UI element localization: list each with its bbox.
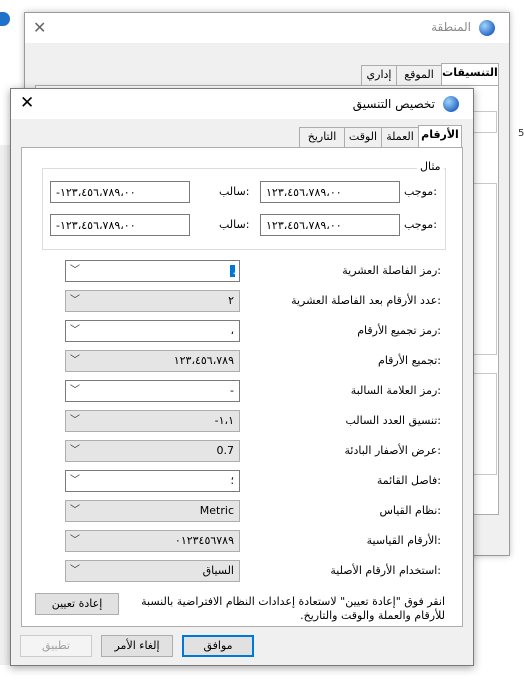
tab-date[interactable]: التاريخ xyxy=(299,127,345,147)
chevron-down-icon[interactable]: ﹀ xyxy=(70,351,82,371)
digit-grouping-symbol-label: رمز تجميع الأرقام: xyxy=(357,324,441,337)
chevron-down-icon[interactable]: ﹀ xyxy=(70,441,82,461)
digit-grouping-symbol-value: ، xyxy=(230,324,234,337)
cancel-button[interactable]: إلغاء الأمر xyxy=(101,635,173,657)
list-separator-label: فاصل القائمة: xyxy=(376,474,441,487)
chevron-down-icon[interactable]: ﹀ xyxy=(70,471,82,491)
leading-zeros-select[interactable]: ﹀ 0.7 xyxy=(65,440,240,462)
standard-digits-select[interactable]: ﹀ ٠١٢٣٤٥٦٧٨٩ xyxy=(65,530,240,552)
globe-icon xyxy=(443,96,459,112)
region-edge-group-2 xyxy=(473,373,497,475)
negative-sign-label: رمز العلامة السالبة: xyxy=(350,384,441,397)
decimal-symbol-label: رمز الفاصلة العشرية: xyxy=(342,264,441,277)
decimal-symbol-combo[interactable]: ﹀ . xyxy=(65,260,240,282)
negative-format-value: -١،١ xyxy=(214,414,234,427)
negative-format-label: تنسيق العدد السالب: xyxy=(345,414,441,427)
chevron-down-icon[interactable]: ﹀ xyxy=(70,321,82,341)
background-number: 5 xyxy=(518,128,524,139)
leading-zeros-label: عرض الأصفار البادئة: xyxy=(344,444,441,457)
leading-zeros-value: 0.7 xyxy=(216,444,235,457)
tab-numbers[interactable]: الأرقام xyxy=(418,125,462,147)
decimal-digits-value: ٢ xyxy=(228,294,234,307)
close-icon[interactable]: ✕ xyxy=(33,18,46,37)
reset-button[interactable]: إعادة تعيين xyxy=(35,593,119,615)
dialog-titlebar: تخصيص التنسيق ✕ xyxy=(11,89,473,119)
negative-label: سالب: xyxy=(219,185,250,198)
tab-administrative[interactable]: إداري xyxy=(361,65,397,85)
chevron-down-icon[interactable]: ﹀ xyxy=(70,501,82,521)
chevron-down-icon[interactable]: ﹀ xyxy=(70,381,82,401)
positive-label: موجب: xyxy=(404,185,437,198)
background-app xyxy=(0,0,524,10)
positive-sample: ١٢٣،٤٥٦،٧٨٩،٠٠ xyxy=(260,181,400,203)
tab-formats[interactable]: التنسيقات xyxy=(441,63,499,85)
region-edge-field xyxy=(473,111,497,133)
region-titlebar: المنطقة ✕ xyxy=(25,13,509,43)
customize-format-dialog: تخصيص التنسيق ✕ الأرقام العملة الوقت الت… xyxy=(10,88,474,666)
tab-location[interactable]: الموقع xyxy=(396,65,442,85)
standard-digits-label: الأرقام القياسية: xyxy=(366,534,441,547)
digit-grouping-select[interactable]: ﹀ ١٢٣،٤٥٦،٧٨٩ xyxy=(65,350,240,372)
negative-sign-combo[interactable]: ﹀ - xyxy=(65,380,240,402)
globe-icon xyxy=(479,20,495,36)
digit-grouping-value: ١٢٣،٤٥٦،٧٨٩ xyxy=(173,354,234,367)
native-digits-label: استخدام الأرقام الأصلية: xyxy=(330,564,441,577)
dialog-title: تخصيص التنسيق xyxy=(352,97,435,111)
positive-sample: ١٢٣،٤٥٦،٧٨٩،٠٠ xyxy=(260,214,400,236)
tab-currency[interactable]: العملة xyxy=(381,127,419,147)
region-title: المنطقة xyxy=(431,20,471,34)
measurement-system-label: نظام القياس: xyxy=(379,504,441,517)
negative-sign-value: - xyxy=(230,384,234,397)
positive-sample-value: ١٢٣،٤٥٦،٧٨٩،٠٠ xyxy=(266,219,342,232)
positive-label: موجب: xyxy=(404,218,437,231)
negative-sample-value: -١٢٣،٤٥٦،٧٨٩،٠٠ xyxy=(56,219,136,232)
decimal-symbol-value: . xyxy=(232,264,237,277)
chevron-down-icon[interactable]: ﹀ xyxy=(70,261,82,281)
negative-sample-value: -١٢٣،٤٥٦،٧٨٩،٠٠ xyxy=(56,186,136,199)
measurement-system-select[interactable]: ﹀ Metric xyxy=(65,500,240,522)
ok-button[interactable]: موافق xyxy=(182,635,254,657)
native-digits-value: السياق xyxy=(202,564,234,577)
measurement-system-value: Metric xyxy=(199,504,234,517)
digit-grouping-label: تجميع الأرقام: xyxy=(378,354,441,367)
tab-time[interactable]: الوقت xyxy=(344,127,382,147)
sample-group-label: مثال xyxy=(417,160,444,173)
list-separator-combo[interactable]: ﹀ ؛ xyxy=(65,470,240,492)
negative-sample: -١٢٣،٤٥٦،٧٨٩،٠٠ xyxy=(50,181,190,203)
list-separator-value: ؛ xyxy=(230,474,235,487)
decimal-digits-select[interactable]: ﹀ ٢ xyxy=(65,290,240,312)
negative-label: سالب: xyxy=(219,218,250,231)
region-edge-group xyxy=(473,183,497,355)
negative-sample: -١٢٣،٤٥٦،٧٨٩،٠٠ xyxy=(50,214,190,236)
close-button[interactable]: ✕ xyxy=(20,93,34,113)
chevron-down-icon[interactable]: ﹀ xyxy=(70,531,82,551)
digit-grouping-symbol-combo[interactable]: ﹀ ، xyxy=(65,320,240,342)
chevron-down-icon[interactable]: ﹀ xyxy=(70,411,82,431)
negative-format-select[interactable]: ﹀ -١،١ xyxy=(65,410,240,432)
chevron-down-icon[interactable]: ﹀ xyxy=(70,291,82,311)
reset-note: انقر فوق "إعادة تعيين" لاستعادة إعدادات … xyxy=(141,595,445,622)
positive-sample-value: ١٢٣،٤٥٦،٧٨٩،٠٠ xyxy=(266,186,342,199)
app-icon xyxy=(0,12,10,26)
chevron-down-icon[interactable]: ﹀ xyxy=(70,561,82,581)
native-digits-select[interactable]: ﹀ السياق xyxy=(65,560,240,582)
standard-digits-value: ٠١٢٣٤٥٦٧٨٩ xyxy=(174,534,234,547)
decimal-digits-label: عدد الأرقام بعد الفاصلة العشرية: xyxy=(291,294,441,307)
apply-button[interactable]: تطبيق xyxy=(20,635,92,657)
